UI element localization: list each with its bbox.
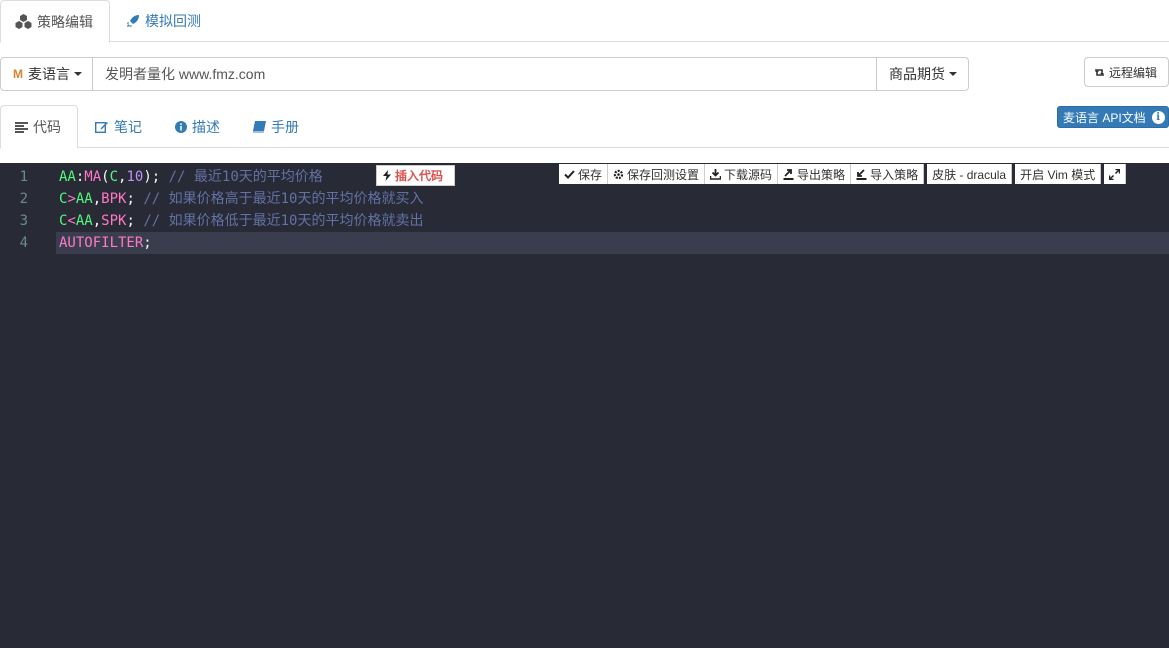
book-icon	[253, 120, 266, 133]
code-text: C<AA,SPK; // 如果价格低于最近10天的平均价格就卖出	[59, 210, 423, 232]
cubes-icon	[15, 14, 32, 29]
tab-code[interactable]: 代码	[0, 105, 78, 149]
code-token: ;	[126, 213, 144, 229]
language-label: 麦语言	[28, 66, 70, 82]
code-token: 10	[126, 169, 144, 185]
save-backtest-settings-button[interactable]: 保存回测设置	[608, 164, 706, 184]
skin-button[interactable]: 皮肤 - dracula	[927, 164, 1013, 184]
bolt-icon	[383, 170, 391, 181]
language-dropdown[interactable]: M 麦语言	[0, 57, 93, 91]
code-token: // 如果价格低于最近10天的平均价格就卖出	[143, 213, 424, 229]
insert-code-label: 插入代码	[395, 169, 444, 183]
edit-icon	[95, 120, 109, 133]
tab-label: 策略编辑	[37, 13, 93, 30]
code-token: AA	[75, 191, 93, 207]
code-token: ,	[92, 191, 102, 207]
code-line[interactable]: C>AA,BPK; // 如果价格高于最近10天的平均价格就买入	[0, 188, 1169, 210]
code-token: SPK	[101, 213, 127, 229]
remote-edit-label: 远程编辑	[1109, 65, 1158, 80]
api-doc-button[interactable]: 麦语言 API文档 i	[1057, 106, 1169, 128]
tab-strategy-edit[interactable]: 策略编辑	[0, 0, 110, 43]
code-token: // 如果价格高于最近10天的平均价格就买入	[143, 191, 424, 207]
check-icon	[564, 169, 575, 179]
code-token: ,	[92, 213, 102, 229]
import-icon	[856, 168, 867, 180]
code-text: AUTOFILTER;	[59, 232, 152, 254]
export-label: 导出策略	[797, 167, 846, 182]
tab-simulate-backtest[interactable]: 模拟回测	[126, 0, 201, 42]
gear-icon	[613, 169, 624, 180]
save-backtest-label: 保存回测设置	[627, 167, 700, 182]
save-label: 保存	[578, 167, 603, 182]
code-token: BPK	[101, 191, 127, 207]
import-label: 导入策略	[870, 167, 919, 182]
rocket-icon	[126, 14, 140, 28]
tab-label: 手册	[271, 118, 299, 135]
insert-code-button[interactable]: 插入代码	[376, 165, 455, 186]
vim-mode-button[interactable]: 开启 Vim 模式	[1015, 164, 1102, 184]
tab-label: 描述	[192, 118, 220, 135]
download-source-button[interactable]: 下载源码	[705, 164, 779, 184]
save-button[interactable]: 保存	[559, 164, 609, 184]
skin-label: 皮肤 - dracula	[932, 167, 1007, 182]
tab-label: 笔记	[114, 118, 142, 135]
market-dropdown[interactable]: 商品期货	[877, 57, 969, 91]
editor-toolbar: 保存 保存回测设置 下载源码 导出策略 导入策略 皮肤 - dracula 开启…	[559, 164, 1127, 184]
code-token: );	[143, 169, 169, 185]
code-line[interactable]: AUTOFILTER;	[56, 232, 1169, 254]
caret-down-icon	[74, 72, 82, 76]
code-token: ;	[143, 235, 152, 251]
retweet-icon	[1093, 67, 1106, 78]
tab-notes[interactable]: 笔记	[95, 105, 142, 148]
tab-manual[interactable]: 手册	[253, 105, 299, 148]
tab-label: 模拟回测	[145, 13, 201, 29]
caret-down-icon	[949, 72, 957, 76]
code-token: AA	[59, 169, 76, 185]
export-strategy-button[interactable]: 导出策略	[778, 164, 852, 184]
code-text: C>AA,BPK; // 如果价格高于最近10天的平均价格就买入	[59, 188, 423, 210]
download-icon	[710, 168, 722, 180]
code-token: (	[101, 169, 110, 185]
code-token: ;	[126, 191, 144, 207]
editor-tab-bar: 代码 笔记 描述 手册	[0, 105, 1169, 149]
mylang-logo-icon: M	[13, 67, 23, 81]
tab-description[interactable]: 描述	[175, 105, 220, 148]
fullscreen-button[interactable]	[1104, 164, 1127, 184]
code-line[interactable]: C<AA,SPK; // 如果价格低于最近10天的平均价格就卖出	[0, 210, 1169, 232]
vim-mode-label: 开启 Vim 模式	[1020, 167, 1096, 182]
line-number: 4	[19, 235, 28, 251]
code-token: AA	[75, 213, 93, 229]
remote-edit-button[interactable]: 远程编辑	[1084, 57, 1169, 87]
top-tab-bar: 策略编辑 模拟回测	[0, 0, 1169, 43]
code-text: AA:MA(C,10); // 最近10天的平均价格	[59, 166, 323, 188]
market-label: 商品期货	[889, 66, 945, 82]
info-circle-icon	[175, 120, 187, 133]
code-editor[interactable]: 1234 AA:MA(C,10); // 最近10天的平均价格 C>AA,BPK;…	[0, 163, 1169, 648]
expand-icon	[1109, 168, 1121, 180]
code-token: >	[67, 191, 76, 207]
download-label: 下载源码	[724, 167, 773, 182]
code-token: MA	[84, 169, 102, 185]
import-strategy-button[interactable]: 导入策略	[851, 164, 925, 184]
info-icon: i	[1151, 110, 1165, 124]
strategy-header-group: M 麦语言 商品期货	[0, 57, 969, 91]
export-icon	[783, 168, 794, 180]
code-token: // 最近10天的平均价格	[168, 169, 323, 185]
code-token: C	[109, 169, 119, 185]
code-token: AUTOFILTER	[59, 235, 144, 251]
strategy-name-input[interactable]	[93, 57, 877, 91]
code-token: <	[67, 213, 76, 229]
api-doc-label: 麦语言 API文档	[1063, 110, 1146, 125]
tab-label: 代码	[33, 119, 61, 135]
align-left-icon	[15, 121, 28, 133]
